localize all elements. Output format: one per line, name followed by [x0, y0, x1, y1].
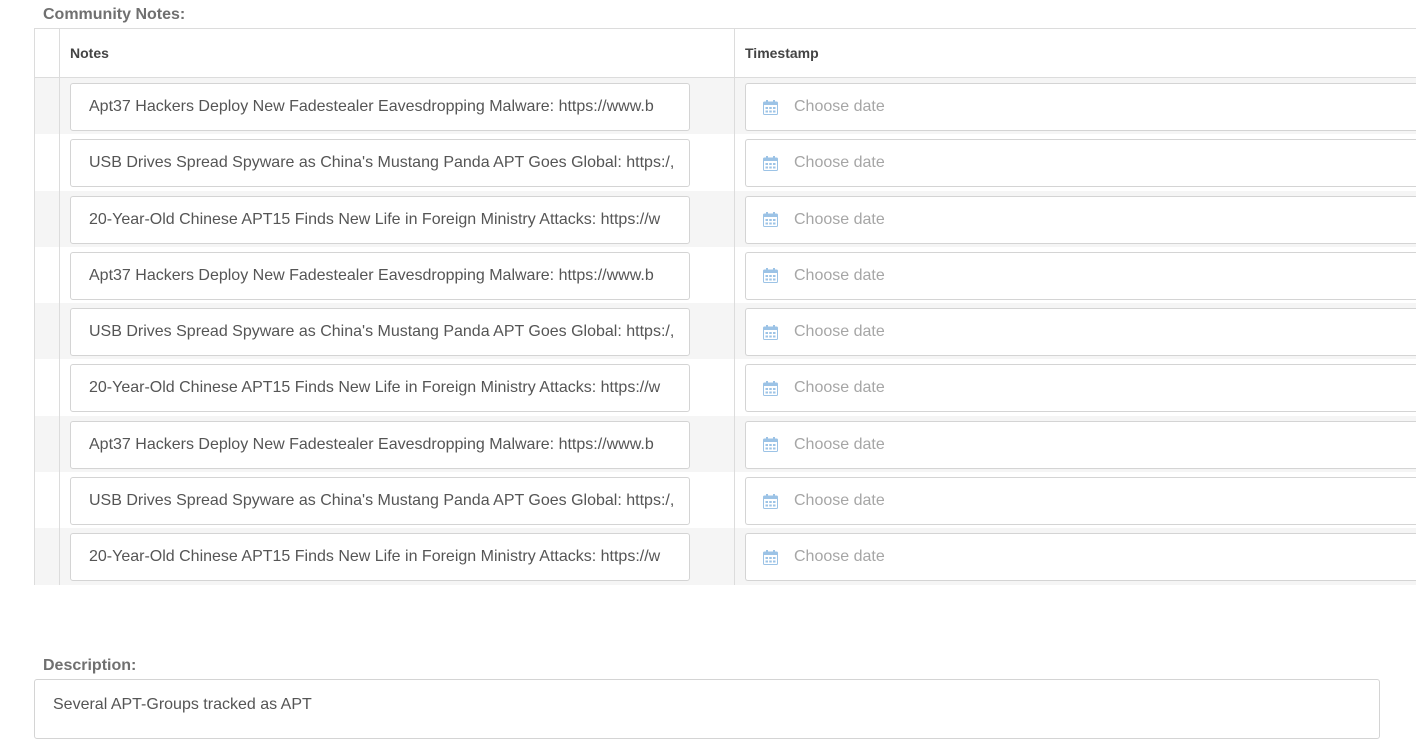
note-input[interactable]: USB Drives Spread Spyware as China's Mus…	[70, 477, 690, 526]
note-input[interactable]: Apt37 Hackers Deploy New Fadestealer Eav…	[70, 83, 690, 131]
description-label: Description:	[43, 657, 137, 674]
date-picker-input[interactable]: Choose date	[745, 195, 1416, 244]
date-picker-input[interactable]: Choose date	[745, 308, 1416, 357]
timestamp-cell: Choose date	[735, 416, 1416, 472]
date-placeholder: Choose date	[794, 154, 885, 172]
notes-cell: 20-Year-Old Chinese APT15 Finds New Life…	[60, 359, 735, 416]
note-input[interactable]: Apt37 Hackers Deploy New Fadestealer Eav…	[70, 420, 690, 469]
row-gutter[interactable]	[35, 472, 60, 529]
calendar-icon[interactable]	[763, 212, 778, 228]
date-picker-input[interactable]: Choose date	[745, 251, 1416, 300]
row-gutter[interactable]	[35, 246, 60, 304]
notes-cell: USB Drives Spread Spyware as China's Mus…	[60, 472, 735, 529]
row-gutter[interactable]	[35, 359, 60, 416]
date-placeholder: Choose date	[794, 210, 885, 228]
date-placeholder: Choose date	[794, 435, 885, 453]
date-placeholder: Choose date	[794, 266, 885, 284]
timestamp-cell: Choose date	[735, 303, 1416, 359]
timestamp-cell: Choose date	[735, 78, 1416, 134]
timestamp-cell: Choose date	[735, 528, 1416, 584]
date-picker-input[interactable]: Choose date	[745, 139, 1416, 188]
table-row: USB Drives Spread Spyware as China's Mus…	[35, 303, 1416, 360]
calendar-icon[interactable]	[763, 324, 778, 340]
note-input[interactable]: USB Drives Spread Spyware as China's Mus…	[70, 308, 690, 357]
date-placeholder: Choose date	[794, 379, 885, 397]
note-input[interactable]: 20-Year-Old Chinese APT15 Finds New Life…	[70, 195, 690, 244]
notes-cell: 20-Year-Old Chinese APT15 Finds New Life…	[60, 528, 735, 585]
row-gutter[interactable]	[35, 78, 60, 135]
date-placeholder: Choose date	[794, 98, 885, 115]
table-row: Apt37 Hackers Deploy New Fadestealer Eav…	[35, 246, 1416, 304]
date-placeholder: Choose date	[794, 548, 885, 566]
table-row: Apt37 Hackers Deploy New Fadestealer Eav…	[35, 415, 1416, 473]
note-input[interactable]: 20-Year-Old Chinese APT15 Finds New Life…	[70, 364, 690, 413]
calendar-icon[interactable]	[763, 493, 778, 509]
date-placeholder: Choose date	[794, 492, 885, 510]
calendar-icon[interactable]	[763, 155, 778, 171]
notes-cell: USB Drives Spread Spyware as China's Mus…	[60, 134, 735, 191]
date-placeholder: Choose date	[794, 323, 885, 341]
notes-cell: Apt37 Hackers Deploy New Fadestealer Eav…	[60, 246, 735, 304]
table-row: 20-Year-Old Chinese APT15 Finds New Life…	[35, 359, 1416, 416]
timestamp-cell: Choose date	[735, 247, 1416, 303]
date-picker-input[interactable]: Choose date	[745, 83, 1416, 131]
table-row: Apt37 Hackers Deploy New Fadestealer Eav…	[35, 78, 1416, 135]
row-gutter[interactable]	[35, 528, 60, 585]
row-gutter-header	[35, 29, 60, 77]
column-header-notes[interactable]: Notes	[60, 29, 735, 77]
date-picker-input[interactable]: Choose date	[745, 420, 1416, 469]
table-row: 20-Year-Old Chinese APT15 Finds New Life…	[35, 528, 1416, 585]
community-notes-label: Community Notes:	[43, 6, 186, 23]
row-gutter[interactable]	[35, 303, 60, 360]
date-picker-input[interactable]: Choose date	[745, 364, 1416, 413]
row-gutter[interactable]	[35, 415, 60, 473]
description-field[interactable]: Several APT-Groups tracked as APT	[34, 679, 1380, 739]
calendar-icon[interactable]	[763, 437, 778, 453]
column-header-timestamp[interactable]: Timestamp	[735, 29, 1416, 77]
calendar-icon[interactable]	[763, 99, 778, 115]
row-gutter[interactable]	[35, 190, 60, 247]
timestamp-cell: Choose date	[735, 359, 1416, 415]
table-row: 20-Year-Old Chinese APT15 Finds New Life…	[35, 190, 1416, 247]
calendar-icon[interactable]	[763, 549, 778, 565]
notes-cell: USB Drives Spread Spyware as China's Mus…	[60, 303, 735, 360]
calendar-icon[interactable]	[763, 268, 778, 284]
row-gutter[interactable]	[35, 134, 60, 191]
timestamp-cell: Choose date	[735, 134, 1416, 190]
notes-cell: 20-Year-Old Chinese APT15 Finds New Life…	[60, 190, 735, 247]
date-picker-input[interactable]: Choose date	[745, 477, 1416, 526]
calendar-icon[interactable]	[763, 380, 778, 396]
notes-cell: Apt37 Hackers Deploy New Fadestealer Eav…	[60, 78, 735, 135]
timestamp-cell: Choose date	[735, 191, 1416, 247]
note-input[interactable]: Apt37 Hackers Deploy New Fadestealer Eav…	[70, 251, 690, 300]
grid-header: Notes Timestamp	[35, 29, 1416, 78]
notes-cell: Apt37 Hackers Deploy New Fadestealer Eav…	[60, 415, 735, 473]
timestamp-cell: Choose date	[735, 472, 1416, 528]
date-picker-input[interactable]: Choose date	[745, 533, 1416, 582]
table-row: USB Drives Spread Spyware as China's Mus…	[35, 472, 1416, 529]
table-row: USB Drives Spread Spyware as China's Mus…	[35, 134, 1416, 191]
grid-body: Apt37 Hackers Deploy New Fadestealer Eav…	[35, 78, 1416, 585]
community-notes-grid: Notes Timestamp Apt37 Hackers Deploy New…	[34, 28, 1416, 585]
note-input[interactable]: USB Drives Spread Spyware as China's Mus…	[70, 139, 690, 188]
note-input[interactable]: 20-Year-Old Chinese APT15 Finds New Life…	[70, 533, 690, 582]
